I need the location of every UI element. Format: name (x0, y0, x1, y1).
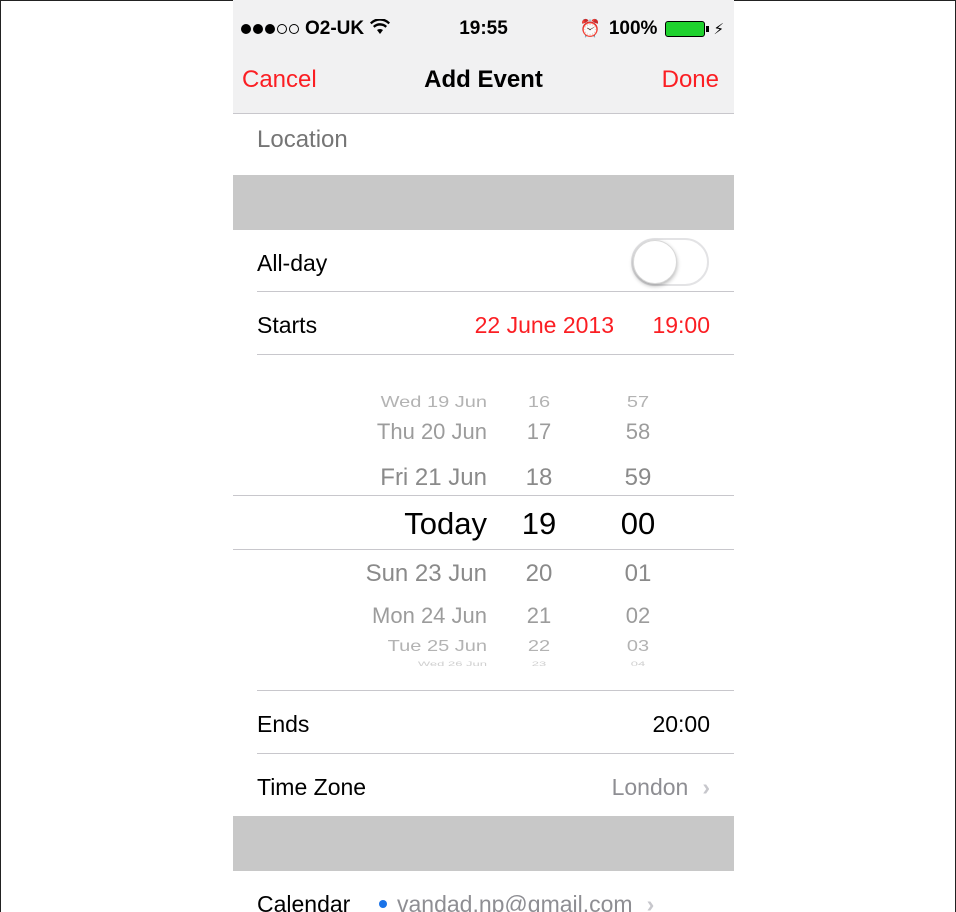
picker-minute-item[interactable]: 01 (598, 560, 678, 588)
picker-date-item[interactable]: Thu 20 Jun (377, 419, 487, 445)
starts-time: 19:00 (652, 312, 710, 338)
status-right: ⏰ 100% ⚡ (580, 18, 724, 40)
picker-minute-item[interactable]: 58 (598, 419, 678, 445)
chevron-right-icon: › (646, 891, 655, 912)
picker-hour-item[interactable]: 17 (499, 419, 579, 445)
picker-hour-item[interactable]: 20 (499, 560, 579, 588)
picker-minute-item[interactable]: 59 (598, 464, 678, 492)
toggle-knob (633, 240, 677, 284)
picker-hour-item[interactable]: 22 (499, 637, 579, 655)
all-day-row: All-day (233, 230, 734, 291)
date-time-picker[interactable]: Tue 18 JunWed 19 JunThu 20 JunFri 21 Jun… (233, 356, 734, 690)
picker-hour-selected[interactable]: 19 (499, 506, 579, 542)
picker-minute-item[interactable]: 57 (598, 393, 678, 411)
picker-hour-item[interactable]: 16 (499, 393, 579, 411)
picker-date-item[interactable]: Wed 26 Jun (418, 660, 487, 668)
all-day-label: All-day (257, 250, 328, 276)
picker-hour-item[interactable]: 23 (499, 660, 579, 668)
charging-bolt-icon: ⚡ (713, 21, 724, 38)
time-zone-value: London (611, 774, 689, 800)
calendar-row[interactable]: Calendar vandad.np@gmail.com › (233, 871, 734, 912)
row-separator (257, 354, 734, 355)
section-spacer (233, 816, 734, 871)
picker-minute-item[interactable]: 02 (598, 603, 678, 629)
ends-label: Ends (257, 711, 310, 737)
location-input[interactable] (257, 126, 707, 154)
battery-percent: 100% (608, 18, 658, 39)
calendar-value-wrap: vandad.np@gmail.com › (353, 891, 654, 912)
time-zone-value-wrap: London › (612, 774, 710, 801)
picker-minute-item[interactable]: 03 (598, 637, 678, 655)
frame-left-edge (0, 0, 1, 912)
picker-hour-item[interactable]: 21 (499, 603, 579, 629)
picker-date-selected[interactable]: Today (404, 506, 487, 542)
navigation-bar: Cancel Add Event Done (233, 60, 734, 114)
picker-minute-selected[interactable]: 00 (598, 506, 678, 542)
calendar-label: Calendar (257, 891, 351, 912)
section-spacer (233, 175, 734, 230)
picker-date-item[interactable]: Sun 23 Jun (366, 560, 487, 588)
done-button[interactable]: Done (662, 66, 719, 94)
ends-row[interactable]: Ends 20:00 (233, 691, 734, 753)
picker-selection-top-line (233, 495, 734, 496)
alarm-clock-icon: ⏰ (579, 19, 601, 38)
status-bar: O2-UK 19:55 ⏰ 100% ⚡ (233, 0, 734, 60)
calendar-color-dot-icon (379, 900, 387, 908)
starts-date: 22 June 2013 (474, 312, 614, 338)
calendar-value: vandad.np@gmail.com (397, 891, 633, 912)
picker-minute-item[interactable]: 04 (598, 660, 678, 668)
picker-date-item[interactable]: Tue 25 Jun (388, 637, 487, 655)
picker-date-item[interactable]: Wed 19 Jun (381, 393, 487, 411)
time-zone-row[interactable]: Time Zone London › (233, 754, 734, 816)
starts-label: Starts (257, 312, 318, 338)
picker-date-item[interactable]: Fri 21 Jun (380, 464, 487, 492)
picker-selection-bottom-line (233, 549, 734, 550)
picker-date-item[interactable]: Mon 24 Jun (372, 603, 487, 629)
ends-time: 20:00 (652, 711, 710, 737)
page-title: Add Event (424, 66, 543, 93)
all-day-toggle[interactable] (631, 238, 709, 286)
starts-row[interactable]: Starts 22 June 2013 19:00 (233, 292, 734, 354)
picker-hour-item[interactable]: 18 (499, 464, 579, 492)
time-zone-label: Time Zone (257, 774, 367, 800)
chevron-right-icon: › (702, 774, 710, 800)
battery-icon (665, 21, 710, 37)
phone-screen: O2-UK 19:55 ⏰ 100% ⚡ Cancel Add Event Do… (233, 0, 734, 912)
